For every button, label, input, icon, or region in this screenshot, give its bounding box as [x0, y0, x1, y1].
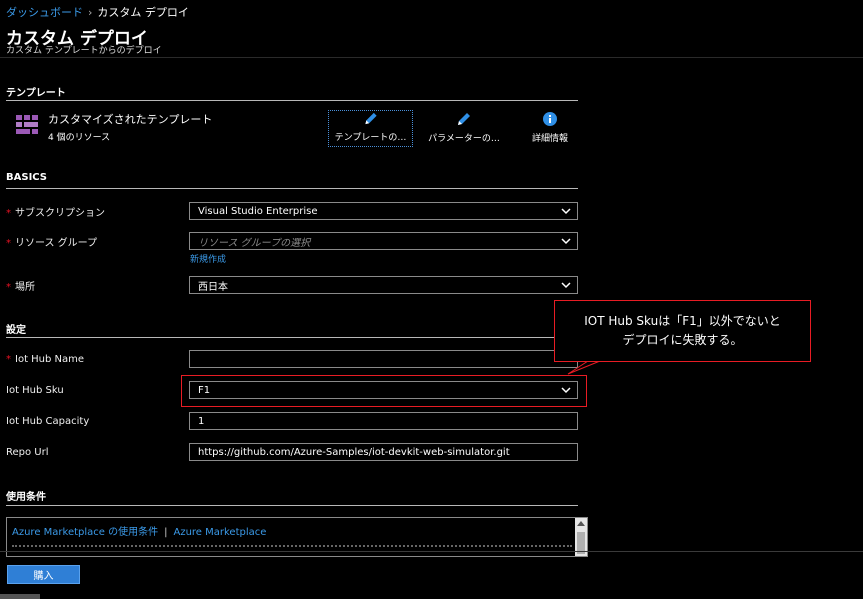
marketplace-link[interactable]: Azure Marketplace [173, 527, 266, 538]
pencil-icon [458, 113, 470, 125]
basics-section-divider [6, 188, 578, 189]
repo-url-value: https://github.com/Azure-Samples/iot-dev… [198, 446, 510, 458]
breadcrumb-current: カスタム デプロイ [97, 6, 189, 19]
scroll-up-arrow-icon[interactable] [577, 521, 585, 526]
edit-parameters-label: パラメーターの… [428, 134, 500, 144]
annotation-callout: IOT Hub Skuは「F1」以外でないと デプロイに失敗する。 [554, 300, 811, 362]
edit-template-button[interactable]: テンプレートの… [328, 110, 413, 147]
resource-group-label: * リソース グループ [6, 238, 98, 249]
subscription-label: * サブスクリプション [6, 208, 105, 219]
header-divider [0, 57, 863, 58]
pencil-icon [364, 112, 377, 125]
footer-divider [0, 551, 863, 552]
repo-url-input[interactable]: https://github.com/Azure-Samples/iot-dev… [189, 443, 578, 461]
resource-group-placeholder: リソース グループの選択 [198, 237, 311, 249]
sku-highlight-box [181, 375, 587, 407]
breadcrumb-separator: › [88, 6, 93, 19]
chevron-down-icon [561, 208, 571, 215]
subscription-value: Visual Studio Enterprise [198, 205, 318, 217]
location-label: * 場所 [6, 282, 35, 293]
template-section-divider [6, 100, 578, 101]
repo-url-label: Repo Url [6, 447, 49, 458]
breadcrumb: ダッシュボード › カスタム デプロイ [6, 4, 189, 20]
chevron-down-icon [561, 282, 571, 289]
terms-section-heading: 使用条件 [6, 492, 46, 503]
learn-more-label: 詳細情報 [531, 134, 568, 144]
iot-hub-sku-label: Iot Hub Sku [6, 385, 64, 396]
required-marker: * [6, 354, 11, 365]
callout-line-2: デプロイに失敗する。 [622, 333, 743, 347]
required-marker: * [6, 282, 11, 293]
learn-more-button[interactable]: 詳細情報 [520, 110, 580, 147]
bottom-scroll-indicator [0, 594, 40, 599]
terms-section-divider [6, 505, 578, 506]
location-value: 西日本 [198, 281, 228, 293]
create-new-resource-group-link[interactable]: 新規作成 [190, 252, 226, 265]
iot-hub-name-input[interactable] [189, 350, 578, 368]
template-name: カスタマイズされたテンプレート [48, 113, 213, 126]
location-select[interactable]: 西日本 [189, 276, 578, 294]
iot-hub-capacity-value: 1 [198, 415, 205, 427]
required-marker: * [6, 238, 11, 249]
info-icon [543, 112, 557, 126]
iot-hub-name-label: * Iot Hub Name [6, 354, 85, 365]
subscription-select[interactable]: Visual Studio Enterprise [189, 202, 578, 220]
callout-line-1: IOT Hub Skuは「F1」以外でないと [584, 314, 781, 328]
marketplace-terms-link[interactable]: Azure Marketplace の使用条件 [12, 527, 158, 538]
settings-section-heading: 設定 [6, 325, 26, 336]
edit-template-label: テンプレートの… [334, 133, 407, 143]
breadcrumb-dashboard-link[interactable]: ダッシュボード [6, 6, 83, 19]
template-grid-icon [16, 115, 38, 134]
iot-hub-capacity-label: Iot Hub Capacity [6, 416, 90, 427]
terms-separator: | [164, 527, 168, 538]
edit-parameters-button[interactable]: パラメーターの… [424, 110, 504, 147]
settings-section-divider [6, 337, 578, 338]
chevron-down-icon [561, 238, 571, 245]
iot-hub-capacity-input[interactable]: 1 [189, 412, 578, 430]
purchase-button[interactable]: 購入 [7, 565, 80, 584]
basics-section-heading: BASICS [6, 172, 48, 183]
terms-links: Azure Marketplace の使用条件 | Azure Marketplac… [12, 523, 266, 538]
resource-group-select[interactable]: リソース グループの選択 [189, 232, 578, 250]
template-section-heading: テンプレート [6, 88, 66, 99]
required-marker: * [6, 208, 11, 219]
template-resource-count: 4 個のリソース [48, 133, 111, 143]
page-subtitle: カスタム テンプレートからのデプロイ [6, 46, 162, 56]
